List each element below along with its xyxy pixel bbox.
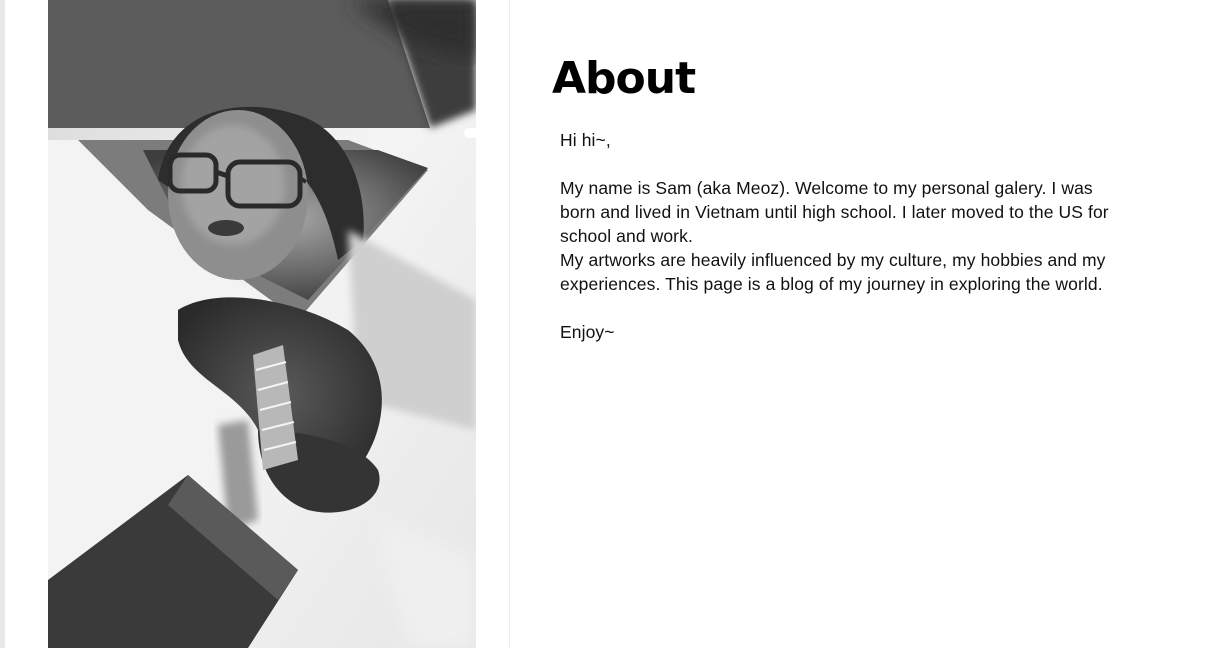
- bio-greeting: Hi hi~,: [560, 130, 611, 150]
- bio-line: experiences. This page is a blog of my j…: [560, 274, 1103, 294]
- bio-line: school and work.: [560, 226, 693, 246]
- profile-photo: [48, 0, 476, 648]
- page-title: About: [552, 53, 696, 104]
- about-content: About Hi hi~, My name is Sam (aka Meoz).…: [552, 0, 1192, 648]
- about-page: About Hi hi~, My name is Sam (aka Meoz).…: [0, 0, 1224, 648]
- bio-line: born and lived in Vietnam until high sch…: [560, 202, 1109, 222]
- left-panel: [5, 0, 510, 648]
- bio-text: Hi hi~, My name is Sam (aka Meoz). Welco…: [560, 128, 1170, 344]
- bio-closing: Enjoy~: [560, 322, 615, 342]
- bio-line: My artworks are heavily influenced by my…: [560, 250, 1106, 270]
- bio-line: My name is Sam (aka Meoz). Welcome to my…: [560, 178, 1093, 198]
